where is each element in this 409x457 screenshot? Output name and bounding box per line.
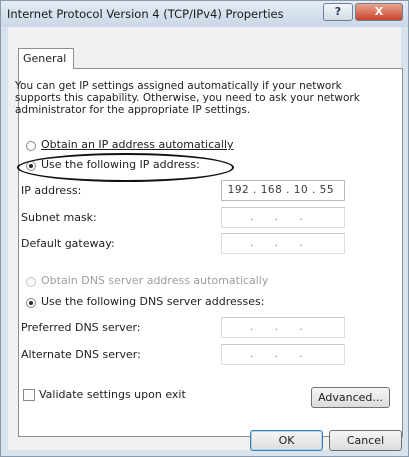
- obtain-dns-auto-label[interactable]: Obtain DNS server address automatically: [41, 274, 268, 287]
- ok-button[interactable]: OK: [250, 430, 323, 451]
- ip-address-value: 192 . 168 . 10 . 55: [227, 184, 334, 196]
- alternate-dns-label: Alternate DNS server:: [21, 348, 141, 361]
- highlight-oval: [17, 153, 234, 182]
- subnet-mask-value: . . .: [250, 211, 303, 223]
- validate-checkbox[interactable]: [23, 389, 35, 401]
- alternate-dns-field[interactable]: . . .: [221, 344, 345, 365]
- obtain-ip-auto-label[interactable]: Obtain an IP address automatically: [41, 138, 234, 151]
- preferred-dns-label: Preferred DNS server:: [21, 321, 141, 334]
- tab-general[interactable]: General: [18, 48, 74, 69]
- cancel-button[interactable]: Cancel: [329, 430, 402, 451]
- subnet-mask-field[interactable]: . . .: [221, 207, 345, 228]
- close-button[interactable]: X: [355, 3, 403, 21]
- description-text: You can get IP settings assigned automat…: [15, 80, 360, 116]
- alternate-dns-value: . . .: [250, 348, 303, 360]
- title-bar[interactable]: Internet Protocol Version 4 (TCP/IPv4) P…: [1, 1, 408, 27]
- ip-address-label: IP address:: [21, 184, 82, 197]
- preferred-dns-value: . . .: [250, 321, 303, 333]
- preferred-dns-field[interactable]: . . .: [221, 317, 345, 338]
- advanced-button[interactable]: Advanced...: [311, 387, 390, 408]
- default-gateway-field[interactable]: . . .: [221, 233, 345, 254]
- default-gateway-label: Default gateway:: [21, 237, 115, 250]
- use-following-dns-label[interactable]: Use the following DNS server addresses:: [41, 295, 264, 308]
- properties-dialog: Internet Protocol Version 4 (TCP/IPv4) P…: [0, 0, 409, 457]
- validate-label[interactable]: Validate settings upon exit: [39, 388, 186, 401]
- use-following-dns-radio[interactable]: [26, 298, 36, 308]
- default-gateway-value: . . .: [250, 237, 303, 249]
- ip-address-field[interactable]: 192 . 168 . 10 . 55: [221, 180, 345, 201]
- subnet-mask-label: Subnet mask:: [21, 211, 97, 224]
- tab-panel-general: [18, 68, 403, 437]
- window-title: Internet Protocol Version 4 (TCP/IPv4) P…: [7, 7, 284, 21]
- obtain-ip-auto-radio[interactable]: [26, 141, 36, 151]
- obtain-dns-auto-radio[interactable]: [26, 277, 36, 287]
- help-button[interactable]: ?: [323, 3, 353, 21]
